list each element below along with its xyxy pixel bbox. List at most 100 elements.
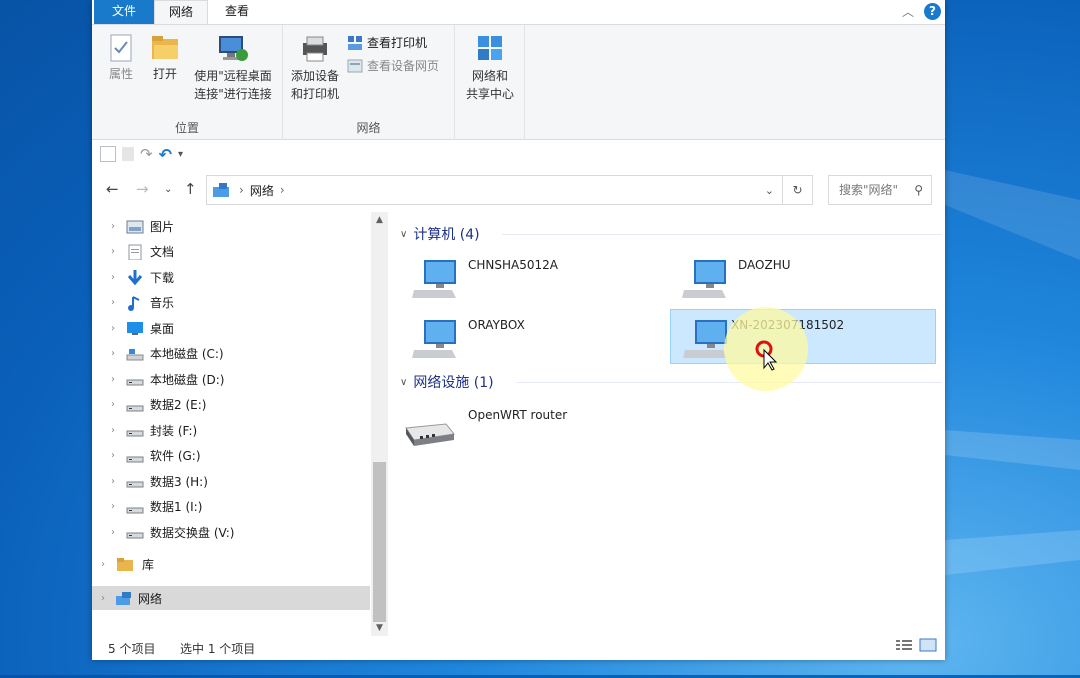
recent-locations-chevron-icon[interactable]: ⌄ (164, 184, 172, 195)
up-arrow-icon[interactable]: ↑ (184, 180, 197, 198)
device-webpage-icon (347, 59, 363, 73)
router-icon (405, 423, 455, 446)
new-folder-small-icon[interactable] (122, 147, 134, 161)
tree-item[interactable]: › 桌面 (108, 316, 386, 340)
breadcrumb-network[interactable]: 网络 (250, 182, 274, 199)
expand-chevron-icon[interactable]: › (108, 374, 118, 385)
tree-item-library[interactable]: › 库 (98, 552, 376, 576)
expand-chevron-icon[interactable]: › (108, 501, 118, 512)
computer-icon (412, 320, 456, 358)
selected-count: 选中 1 个项目 (180, 642, 256, 656)
router-item[interactable]: OpenWRT router (392, 400, 657, 456)
tree-item[interactable]: › 封装 (F:) (108, 418, 386, 442)
tree-item-network[interactable]: › 网络 (92, 586, 370, 610)
quick-access-toolbar: ↷ ↶ ▾ (92, 140, 945, 168)
expand-chevron-icon[interactable]: › (108, 527, 118, 538)
tab-view[interactable]: 查看 (214, 0, 260, 24)
group-header-computers[interactable]: ∨ 计算机 (4) (400, 224, 480, 244)
expand-chevron-icon[interactable]: › (98, 559, 108, 570)
expand-chevron-icon[interactable]: › (108, 297, 118, 308)
expand-chevron-icon[interactable]: › (108, 425, 118, 436)
undo-icon[interactable]: ↶ (159, 145, 172, 164)
tree-item[interactable]: › 软件 (G:) (108, 444, 386, 468)
breadcrumb-separator-icon[interactable]: › (280, 183, 285, 197)
tree-item[interactable]: › 本地磁盘 (D:) (108, 367, 386, 391)
refresh-button[interactable]: ↻ (783, 175, 813, 205)
scroll-down-icon[interactable]: ▼ (371, 623, 388, 633)
expand-chevron-icon[interactable]: › (108, 272, 118, 283)
drive-icon (126, 507, 144, 513)
collapse-chevron-icon[interactable]: ∨ (400, 377, 407, 388)
forward-arrow-icon[interactable]: → (136, 180, 149, 198)
computer-item[interactable]: CHNSHA5012A (392, 250, 657, 306)
address-bar[interactable]: › 网络 › ⌄ (206, 175, 783, 205)
drive-icon (126, 379, 144, 386)
customize-toolbar-icon[interactable]: ▾ (178, 149, 183, 160)
tree-item[interactable]: › 数据交换盘 (V:) (108, 520, 386, 544)
refresh-icon: ↻ (792, 183, 803, 197)
tab-network[interactable]: 网络 (154, 0, 208, 25)
system-drive-icon (126, 348, 144, 360)
mouse-pointer-icon (755, 340, 778, 371)
search-icon: ⚲ (914, 183, 923, 197)
tree-item[interactable]: › 数据2 (E:) (108, 393, 386, 417)
remote-desktop-button[interactable]: 使用"远程桌面 连接"进行连接 (188, 33, 278, 103)
content-pane: ∨ 计算机 (4) CHNSHA5012A DAOZHU ORAYBOX XN-… (392, 210, 945, 630)
search-input[interactable]: 搜索"网络" ⚲ (828, 175, 932, 205)
ribbon: 属性 打开 使用"远程桌面 连接"进行连接 位置 添加设备 和打印机 查看打印机… (92, 24, 945, 140)
add-devices-printers-button[interactable]: 添加设备 和打印机 (287, 33, 343, 103)
group-header-network-infrastructure[interactable]: ∨ 网络设施 (1) (400, 372, 494, 392)
tree-item[interactable]: › 本地磁盘 (C:) (108, 342, 386, 366)
details-view-icon[interactable] (895, 638, 913, 652)
view-device-webpage-button[interactable]: 查看设备网页 (347, 56, 439, 76)
scrollbar-thumb[interactable] (373, 462, 386, 622)
tree-item[interactable]: › 文档 (108, 240, 386, 264)
tree-item[interactable]: › 数据1 (I:) (108, 495, 386, 519)
collapse-chevron-icon[interactable]: ∨ (400, 229, 407, 240)
expand-chevron-icon[interactable]: › (98, 593, 108, 604)
tree-item[interactable]: › 下载 (108, 265, 386, 289)
expand-chevron-icon[interactable]: › (108, 323, 118, 334)
view-printers-button[interactable]: 查看打印机 (347, 33, 427, 53)
computer-item[interactable]: ORAYBOX (392, 310, 657, 366)
expand-chevron-icon[interactable]: › (108, 399, 118, 410)
properties-icon (110, 34, 132, 62)
tree-item[interactable]: › 数据3 (H:) (108, 469, 386, 493)
drive-icon (126, 430, 144, 437)
help-icon[interactable]: ? (924, 3, 941, 20)
computer-item[interactable]: DAOZHU (662, 250, 927, 306)
network-sharing-center-button[interactable]: 网络和 共享中心 (460, 33, 520, 103)
tree-item[interactable]: › 图片 (108, 214, 386, 238)
expand-chevron-icon[interactable]: › (108, 221, 118, 232)
collapse-ribbon-icon[interactable]: ︿ (902, 3, 914, 20)
navigation-scrollbar[interactable]: ▲ ▼ (371, 212, 388, 636)
documents-icon (128, 244, 142, 260)
properties-small-icon[interactable] (100, 146, 116, 162)
ribbon-group-location: 属性 打开 使用"远程桌面 连接"进行连接 位置 (92, 25, 283, 140)
item-count: 5 个项目 (108, 642, 156, 656)
expand-chevron-icon[interactable]: › (108, 348, 118, 359)
address-dropdown-icon[interactable]: ⌄ (765, 184, 774, 197)
expand-chevron-icon[interactable]: › (108, 450, 118, 461)
open-button[interactable]: 打开 (150, 33, 180, 83)
expand-chevron-icon[interactable]: › (108, 246, 118, 257)
computer-item-selected[interactable]: XN-202307181502 (670, 309, 936, 364)
ribbon-tab-bar: 文件 网络 查看 ︿ ? (92, 0, 945, 25)
music-icon (128, 295, 140, 311)
downloads-icon (127, 270, 143, 285)
pictures-icon (126, 220, 144, 234)
status-bar: 5 个项目 选中 1 个项目 (92, 634, 945, 660)
network-location-icon (213, 183, 229, 197)
back-arrow-icon[interactable]: ← (106, 180, 119, 198)
expand-chevron-icon[interactable]: › (108, 476, 118, 487)
redo-icon[interactable]: ↷ (140, 145, 153, 163)
tree-item[interactable]: › 音乐 (108, 291, 386, 315)
properties-button[interactable]: 属性 (106, 33, 136, 83)
drive-icon (126, 456, 144, 462)
drive-icon (126, 532, 144, 539)
network-icon (116, 592, 131, 605)
drive-icon (126, 405, 144, 411)
large-icons-view-icon[interactable] (919, 638, 937, 652)
scroll-up-icon[interactable]: ▲ (371, 215, 388, 225)
tab-file[interactable]: 文件 (94, 0, 154, 24)
